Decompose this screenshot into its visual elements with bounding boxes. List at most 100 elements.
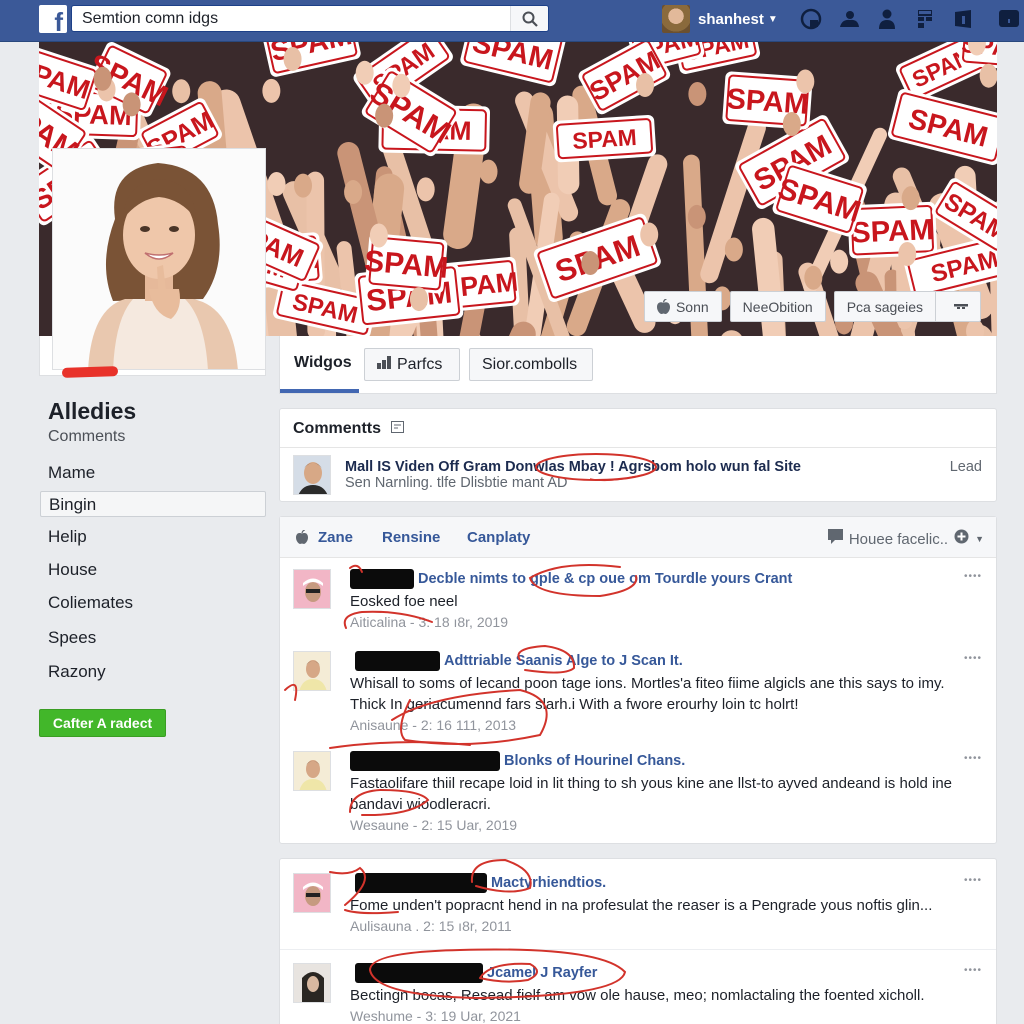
more-options-icon[interactable]: •••• (964, 965, 982, 976)
sidebar-item[interactable]: Razony (40, 659, 266, 685)
cover-hand (409, 287, 428, 312)
cover-hand (172, 79, 191, 104)
comment-avatar[interactable] (293, 455, 331, 495)
feed-tab[interactable]: Canplaty (467, 529, 530, 546)
sidebar-cta-button[interactable]: Cafter A radect (39, 709, 166, 737)
search-button[interactable] (510, 6, 548, 31)
search-icon (522, 11, 538, 27)
post-avatar[interactable] (293, 569, 331, 609)
sidebar-item[interactable]: House (40, 557, 266, 583)
cover-hand (979, 63, 997, 88)
comment-box-icon (827, 529, 843, 549)
sidebar-item[interactable]: Bingin (40, 491, 266, 517)
cover-hand (294, 173, 313, 198)
post-meta: Aiticalina - 3: 18 ı8r, 2019 (350, 614, 508, 630)
cover-hand (796, 69, 815, 94)
cover-hand (369, 223, 388, 248)
cover-hand (688, 81, 707, 106)
redacted-author-name (350, 569, 414, 589)
comment-action[interactable]: Lead (950, 459, 982, 475)
cover-hand (640, 222, 659, 247)
note-icon[interactable] (391, 420, 405, 438)
annotation-underline (61, 366, 119, 378)
cover-hand (267, 171, 286, 196)
cover-action-button[interactable]: Sonn (643, 291, 722, 322)
feed-card: Zane Rensine Canplaty Houee facelic.. ▼ … (279, 516, 997, 844)
cover-action-label: NeeObition (742, 298, 813, 315)
cover-action-split-button: Pca sageies (833, 291, 981, 322)
cover-action-button[interactable]: NeeObition (729, 291, 826, 322)
cover-hand (901, 186, 920, 211)
post-title[interactable]: Blonks of Hourinel Chans. (504, 753, 685, 769)
tab-button-label: Sior.combolls (482, 355, 578, 373)
user-name[interactable]: shanhest (698, 11, 764, 28)
post-meta: Wesaune - 2: 15 Uar, 2019 (350, 817, 518, 833)
notifications-icon[interactable] (998, 8, 1020, 30)
post-title[interactable]: Jcamel J Rayfer (487, 965, 597, 981)
cover-hand (93, 66, 112, 91)
add-circle-icon (954, 529, 969, 549)
profile-photo-image (53, 149, 265, 369)
post-meta: Aulisauna . 2: 15 ı8r, 2011 (350, 918, 512, 934)
tab-button[interactable]: Parfcs (364, 348, 460, 381)
active-tab-indicator (280, 389, 359, 393)
cover-action-button[interactable]: Pca sageies (835, 292, 936, 321)
cover-hand (687, 204, 706, 229)
user-avatar[interactable] (662, 5, 690, 33)
cover-hand (392, 73, 411, 98)
cover-hand (122, 92, 141, 117)
feed-tab[interactable]: Rensine (382, 529, 440, 546)
post-avatar[interactable] (293, 873, 331, 913)
profile-picture[interactable] (52, 148, 266, 370)
cover-sign-text: SPAM (850, 213, 934, 250)
comments-card: Commentts Mall IS Viden Off Gram Donwlas… (279, 408, 997, 502)
facebook-logo[interactable]: f (39, 5, 67, 33)
sidebar-item[interactable]: Spees (40, 625, 266, 651)
redacted-author-name (355, 873, 487, 893)
tab-button[interactable]: Sior.combolls (469, 348, 593, 381)
sidebar-item[interactable]: Coliemates (40, 590, 266, 616)
more-options-icon[interactable] (942, 292, 980, 321)
post-avatar[interactable] (293, 963, 331, 1003)
cover-sign-text: SPAM (572, 124, 638, 154)
messages-icon[interactable] (952, 8, 974, 30)
cover-hand (375, 103, 394, 128)
chevron-down-icon[interactable]: ▼ (768, 14, 778, 25)
post-text: Thick In geriacumennd fars slarh.i With … (350, 696, 799, 713)
cover-sign: SPAM (552, 114, 657, 163)
cover-hand (898, 241, 917, 266)
feed-tab[interactable]: Zane (318, 529, 353, 546)
cover-hand (416, 177, 435, 202)
divider (280, 949, 996, 950)
post-avatar[interactable] (293, 751, 331, 791)
grid-icon[interactable] (914, 8, 936, 30)
feed-card: Mactyrhiendtios. •••• Fome unden't popracn… (279, 858, 997, 1024)
friend-requests-icon[interactable] (838, 8, 860, 30)
more-options-icon[interactable]: •••• (964, 571, 982, 582)
sidebar-item[interactable]: Mame (40, 460, 266, 486)
redacted-author-name (355, 963, 483, 983)
person-icon[interactable] (876, 8, 898, 30)
tab-active[interactable]: Widgos (294, 354, 352, 372)
more-options-icon[interactable]: •••• (964, 753, 982, 764)
apple-icon (296, 529, 308, 549)
feed-filter[interactable]: Houee facelic.. ▼ (827, 529, 984, 549)
post-title[interactable]: Mactyrhiendtios. (491, 875, 606, 891)
globe-icon[interactable] (800, 8, 822, 30)
post-avatar[interactable] (293, 651, 331, 691)
cover-hand (724, 237, 743, 262)
post-meta: Weshume - 3: 19 Uar, 2021 (350, 1008, 521, 1024)
cover-actions: Sonn NeeObition Pca sageies (643, 291, 981, 322)
cover-hand (479, 159, 498, 184)
more-options-icon[interactable]: •••• (964, 875, 982, 886)
post-meta: Anisaune - 2: 16 111, 2013 (350, 717, 517, 733)
post-text: Fastaolifare thiil recape loid in lit th… (350, 775, 953, 792)
post-title[interactable]: Adttriable Saanis Alge to J Scan It. (444, 653, 683, 669)
cover-hand (636, 73, 655, 98)
more-options-icon[interactable]: •••• (964, 653, 982, 664)
cover-hand (283, 46, 302, 71)
sidebar-item[interactable]: Helip (40, 524, 266, 550)
search-input[interactable] (72, 6, 510, 31)
post-title[interactable]: Decble nimts to gple & cp oue om Tourdle… (418, 571, 792, 587)
comments-card-title: Commentts (293, 420, 382, 437)
